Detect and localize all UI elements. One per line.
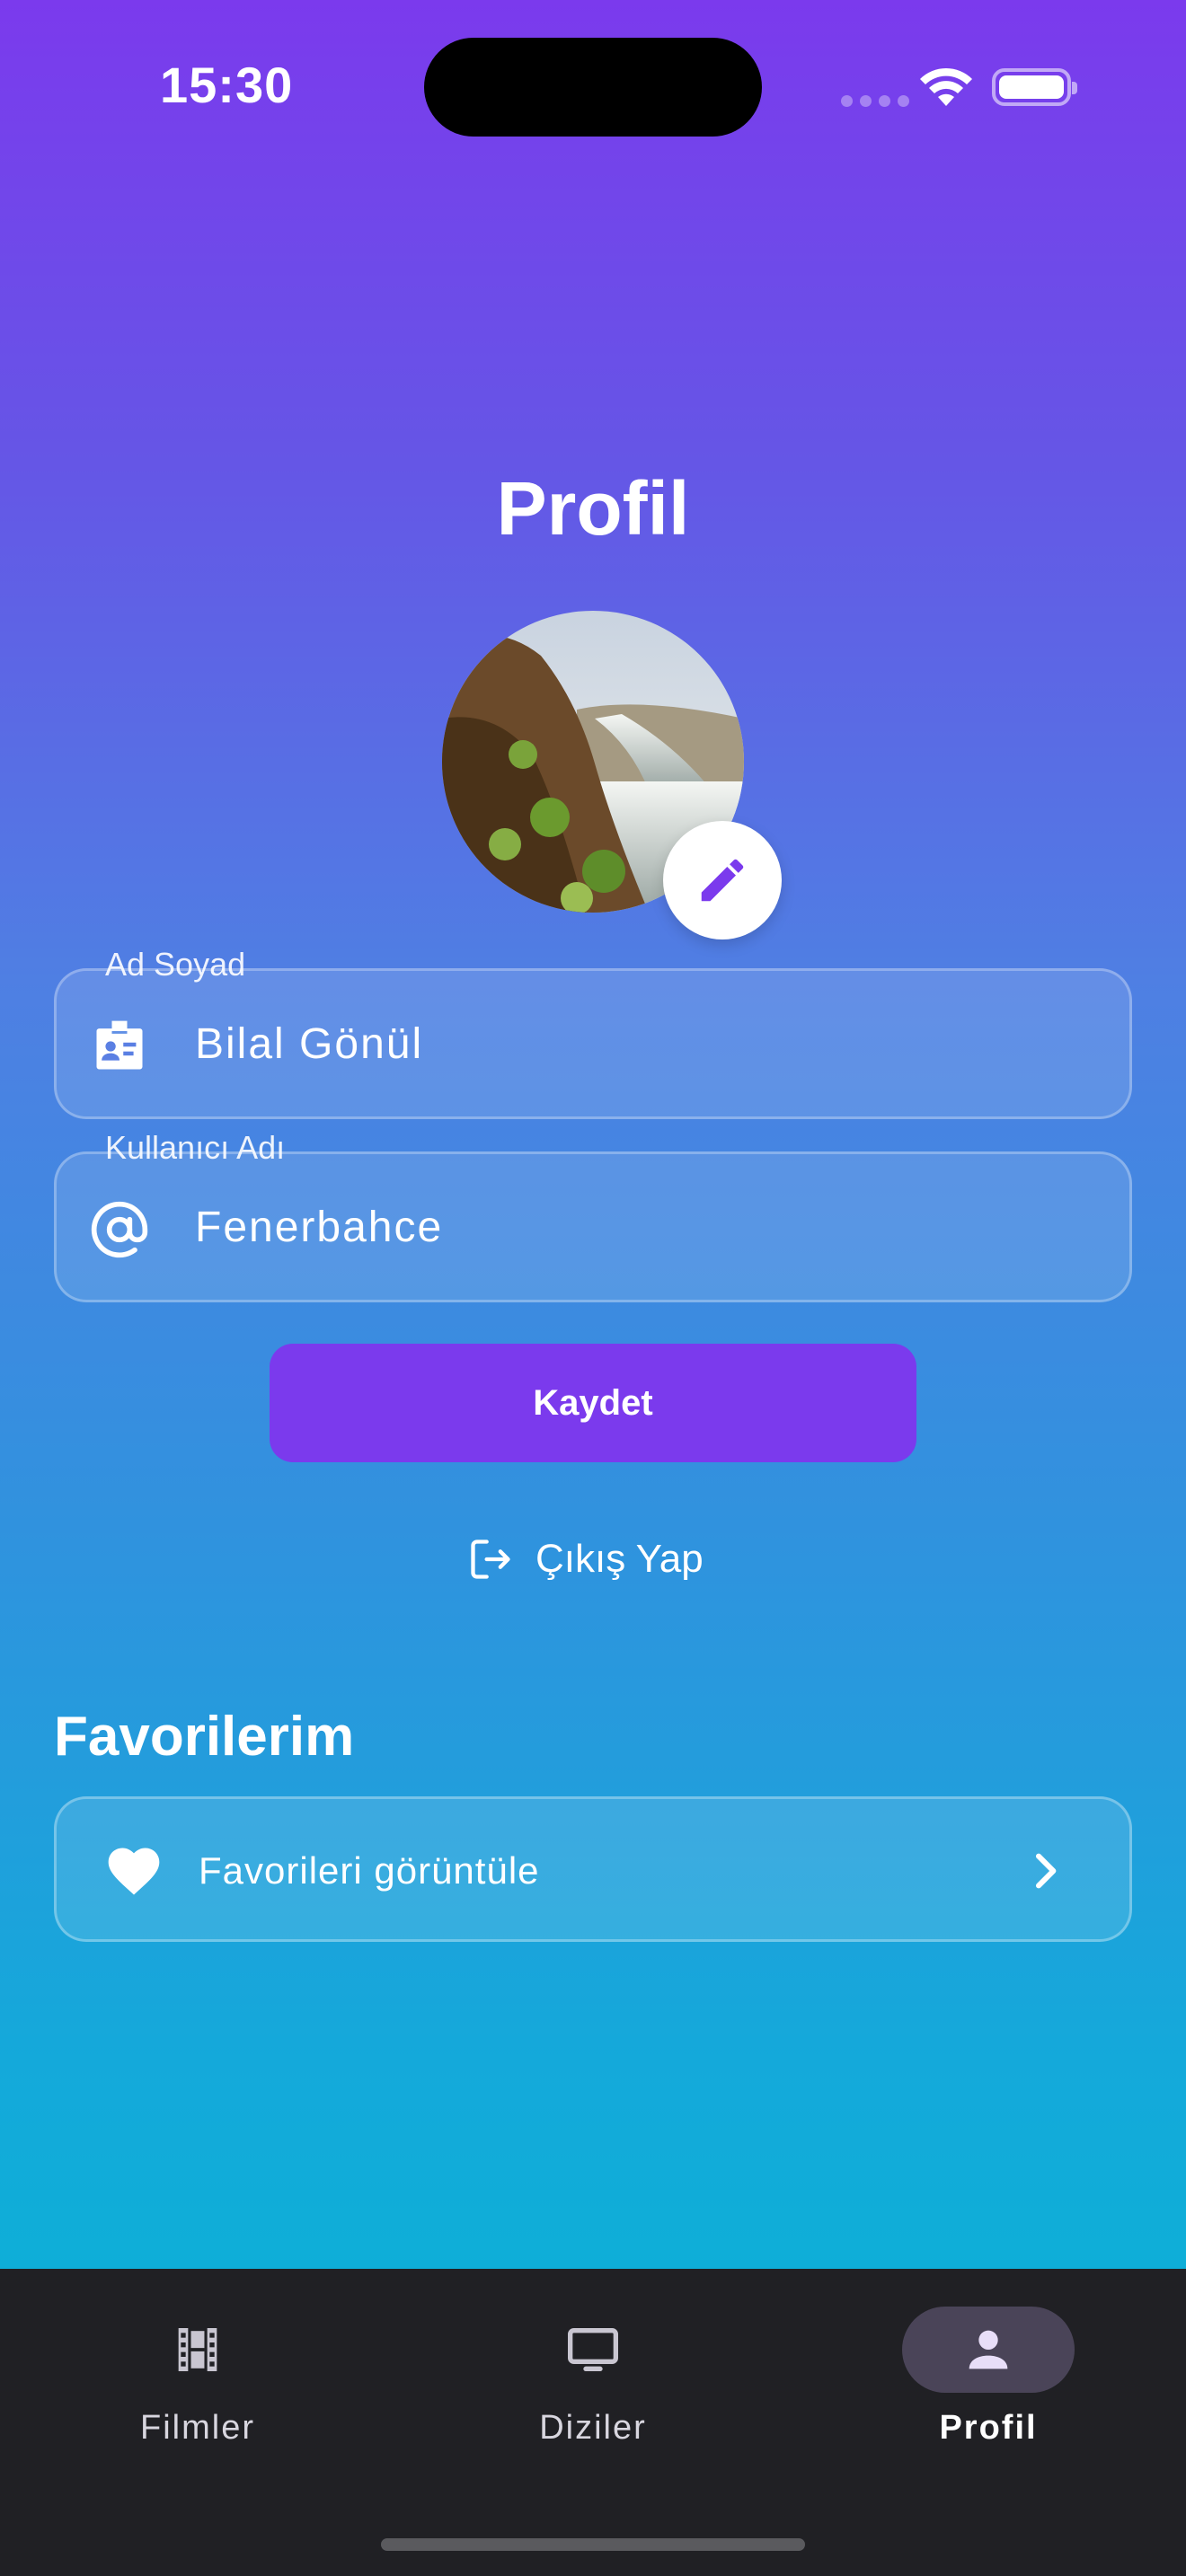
tv-icon [568,2328,618,2371]
nav-icon-container [507,2307,679,2393]
edit-avatar-button[interactable] [663,821,782,940]
nav-item-profile[interactable]: Profil [854,2307,1123,2468]
save-button[interactable]: Kaydet [270,1344,916,1462]
view-favorites-button[interactable]: Favorileri görüntüle [54,1796,1132,1942]
status-bar: 15:30 [0,0,1186,171]
battery-icon [992,68,1077,106]
logout-label: Çıkış Yap [535,1537,704,1581]
at-sign-icon [91,1201,148,1258]
status-time: 15:30 [160,57,294,113]
heart-icon [108,1848,160,1895]
logout-button[interactable]: Çıkış Yap [467,1532,704,1586]
username-input[interactable]: Fenerbahce [195,1203,443,1252]
cellular-signal-icon [841,95,909,107]
person-icon [969,2330,1008,2369]
film-icon [178,2328,217,2371]
favorites-section-title: Favorilerim [54,1706,355,1768]
full-name-field[interactable]: Ad Soyad Bilal Gönül [54,946,1132,1119]
nav-label-films: Filmler [140,2409,255,2447]
nav-icon-container-active [902,2307,1075,2393]
chevron-right-icon [1035,1853,1057,1889]
wifi-icon [920,67,972,106]
dynamic-island [424,38,762,137]
nav-label-series: Diziler [539,2409,647,2447]
bottom-navigation: Filmler Diziler Profil [0,2269,1186,2576]
nav-label-profile: Profil [939,2409,1038,2447]
username-label: Kullanıcı Adı [105,1129,286,1166]
username-field[interactable]: Kullanıcı Adı Fenerbahce [54,1129,1132,1302]
pencil-icon [701,859,744,902]
view-favorites-label: Favorileri görüntüle [199,1849,540,1892]
nav-item-series[interactable]: Diziler [458,2307,728,2468]
full-name-label: Ad Soyad [105,946,246,983]
home-indicator[interactable] [381,2538,805,2551]
nav-icon-container [111,2307,284,2393]
nav-item-films[interactable]: Filmler [63,2307,332,2468]
logout-icon [471,1539,510,1579]
full-name-input[interactable]: Bilal Gönül [195,1019,423,1069]
id-badge-icon [96,1020,143,1070]
page-title: Profil [496,466,690,551]
